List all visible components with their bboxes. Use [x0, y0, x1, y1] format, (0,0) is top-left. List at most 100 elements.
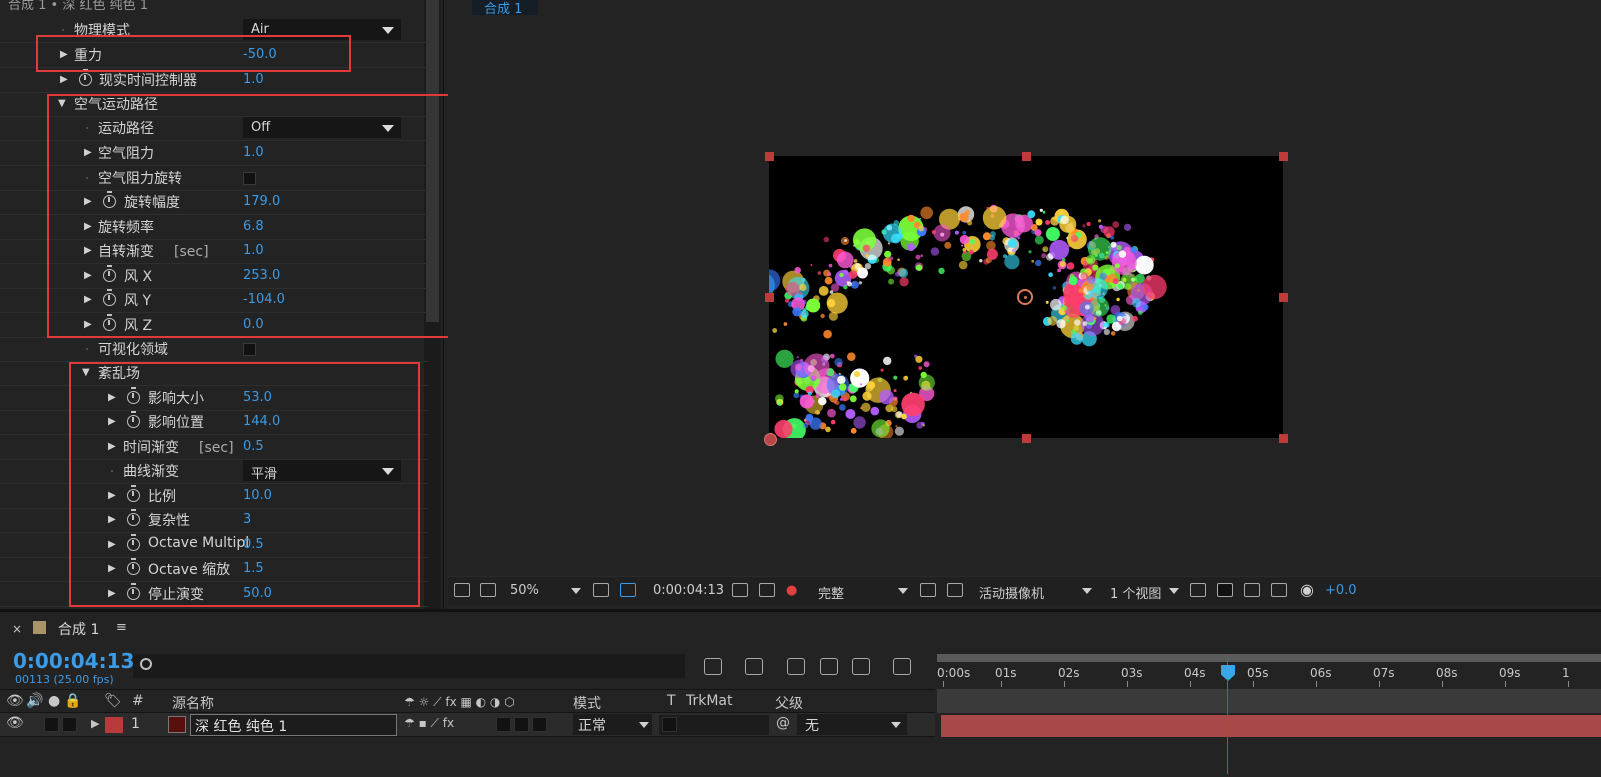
effect-property-row[interactable]: ▶ 风 X 253.0: [0, 264, 428, 289]
twirl-closed-icon[interactable]: ▶: [60, 74, 68, 85]
effect-property-row[interactable]: ▶ 影响位置 144.0: [0, 410, 428, 435]
current-time-display[interactable]: 0:00:04:13: [13, 649, 134, 673]
timeline-track-area[interactable]: [937, 689, 1601, 777]
work-area-strip[interactable]: [937, 689, 1601, 713]
effect-property-row[interactable]: ▶ 重力 -50.0: [0, 43, 428, 68]
effect-property-row[interactable]: ▶ 时间渐变 [sec] 0.5: [0, 435, 428, 460]
property-dropdown[interactable]: 平滑: [243, 460, 401, 482]
stopwatch-icon[interactable]: [127, 387, 140, 404]
handle-top-mid[interactable]: [1022, 152, 1031, 161]
motion-blur-icon[interactable]: [852, 658, 870, 675]
property-dropdown[interactable]: Off: [243, 117, 401, 138]
twirl-closed-icon[interactable]: ▶: [108, 514, 116, 525]
zoom-select[interactable]: 50%: [510, 583, 539, 598]
layer-name-field[interactable]: 深 红色 纯色 1: [190, 714, 397, 736]
flowchart-icon[interactable]: [1271, 583, 1287, 597]
handle-mid-right[interactable]: [1279, 293, 1288, 302]
twirl-closed-icon[interactable]: ▶: [84, 147, 92, 158]
property-value[interactable]: -104.0: [243, 292, 285, 307]
solo-column-icon[interactable]: ●: [48, 693, 60, 709]
effect-property-row[interactable]: ▶ 旋转幅度 179.0: [0, 190, 428, 215]
twirl-closed-icon[interactable]: ▶: [84, 294, 92, 305]
twirl-open-icon[interactable]: ▼: [58, 98, 66, 109]
layer-switches[interactable]: ☂ ▪ ⟋ fx: [404, 716, 454, 731]
effect-property-row[interactable]: ▶ 自转渐变 [sec] 1.0: [0, 239, 428, 264]
property-value[interactable]: 1.0: [243, 145, 264, 160]
twirl-closed-icon[interactable]: ▶: [60, 49, 68, 60]
audio-column-icon[interactable]: 🔊: [26, 693, 43, 709]
graph-editor-icon[interactable]: [893, 658, 911, 675]
handle-bottom-mid[interactable]: [1022, 434, 1031, 443]
stopwatch-icon[interactable]: [103, 191, 116, 208]
visibility-column-icon[interactable]: 👁: [6, 693, 24, 709]
twirl-closed-icon[interactable]: ▶: [108, 416, 116, 427]
twirl-closed-icon[interactable]: ▶: [84, 319, 92, 330]
effect-property-row[interactable]: ▶ 比例 10.0: [0, 484, 428, 509]
resolution-select[interactable]: 完整: [818, 583, 844, 602]
chevron-down-icon[interactable]: [382, 27, 394, 34]
hide-shy-layers-icon[interactable]: [787, 658, 805, 675]
effect-property-row[interactable]: 可视化领域: [0, 337, 428, 362]
handle-top-left[interactable]: [765, 152, 774, 161]
view-layout-select[interactable]: 1 个视图: [1110, 583, 1161, 602]
property-value[interactable]: 1.0: [243, 72, 264, 87]
property-value[interactable]: 253.0: [243, 268, 280, 283]
work-area-bar[interactable]: [937, 654, 1601, 662]
twirl-closed-icon[interactable]: ▶: [108, 563, 116, 574]
tab-composition[interactable]: 合成 1: [472, 0, 538, 17]
layer-duration-bar[interactable]: [941, 715, 1601, 737]
layer-switch-adjust[interactable]: [514, 717, 529, 732]
snapshot-camera-icon[interactable]: [732, 583, 748, 597]
effect-property-row[interactable]: ▼ 紊乱场: [0, 361, 428, 386]
effect-property-row[interactable]: ▶ 停止演变 50.0: [0, 582, 428, 607]
effect-property-row[interactable]: ▼ 空气运动路径: [0, 92, 428, 117]
region-icon[interactable]: [593, 583, 609, 597]
zoom-caret-icon[interactable]: [571, 588, 581, 594]
twirl-closed-icon[interactable]: ▶: [84, 221, 92, 232]
twirl-closed-icon[interactable]: ▶: [84, 270, 92, 281]
parent-pickwhip-icon[interactable]: @: [776, 715, 790, 731]
effect-property-row[interactable]: 曲线渐变 平滑: [0, 459, 428, 484]
timeline-icon[interactable]: [1244, 583, 1260, 597]
effect-property-row[interactable]: 运动路径 Off: [0, 116, 428, 141]
column-source-name[interactable]: 源名称: [172, 693, 214, 713]
viewer-timecode[interactable]: 0:00:04:13: [653, 583, 724, 598]
mode-caret-icon[interactable]: [639, 722, 649, 728]
layer-origin-point[interactable]: [764, 433, 777, 446]
layer-search-input[interactable]: [133, 654, 685, 678]
twirl-closed-icon[interactable]: ▶: [108, 490, 116, 501]
color-channels-icon[interactable]: ●: [786, 583, 797, 598]
stopwatch-icon[interactable]: [127, 583, 140, 600]
exposure-value[interactable]: +0.0: [1325, 583, 1357, 598]
layer-expand-icon[interactable]: ▶: [91, 717, 99, 730]
stopwatch-icon[interactable]: [127, 558, 140, 575]
property-value[interactable]: 0.5: [243, 537, 264, 552]
property-dropdown[interactable]: Air: [243, 19, 401, 40]
property-value[interactable]: 1.5: [243, 561, 264, 576]
chevron-down-icon[interactable]: [382, 468, 394, 475]
stopwatch-icon[interactable]: [103, 289, 116, 306]
lock-column-icon[interactable]: 🔒: [64, 693, 81, 709]
effect-property-row[interactable]: 物理模式 Air: [0, 18, 428, 43]
fast-preview-icon[interactable]: [1217, 583, 1233, 597]
preview-icon[interactable]: [454, 583, 470, 597]
property-value[interactable]: 10.0: [243, 488, 272, 503]
effect-property-row[interactable]: ▶ Octave Multipl 0.5: [0, 533, 428, 558]
region-of-interest-icon[interactable]: [920, 583, 936, 597]
property-value[interactable]: 1.0: [243, 243, 264, 258]
label-column-icon[interactable]: 🏷: [104, 693, 122, 709]
property-checkbox[interactable]: [243, 343, 256, 356]
effect-property-row[interactable]: ▶ Octave 缩放 1.5: [0, 557, 428, 582]
composition-mini-flowchart-icon[interactable]: [704, 658, 722, 675]
camera-select[interactable]: 活动摄像机: [979, 583, 1044, 602]
property-value[interactable]: 53.0: [243, 390, 272, 405]
effect-property-row[interactable]: ▶ 影响大小 53.0: [0, 386, 428, 411]
close-tab-icon[interactable]: ×: [12, 622, 22, 636]
resolution-caret-icon[interactable]: [898, 588, 908, 594]
effect-property-row[interactable]: ▶ 现实时间控制器 1.0: [0, 68, 428, 93]
mask-path-icon[interactable]: [620, 583, 636, 597]
effect-property-row[interactable]: ▶ 风 Y -104.0: [0, 288, 428, 313]
search-icon[interactable]: [140, 658, 152, 670]
twirl-open-icon[interactable]: ▼: [82, 367, 90, 378]
layer-label-color[interactable]: [105, 717, 123, 733]
